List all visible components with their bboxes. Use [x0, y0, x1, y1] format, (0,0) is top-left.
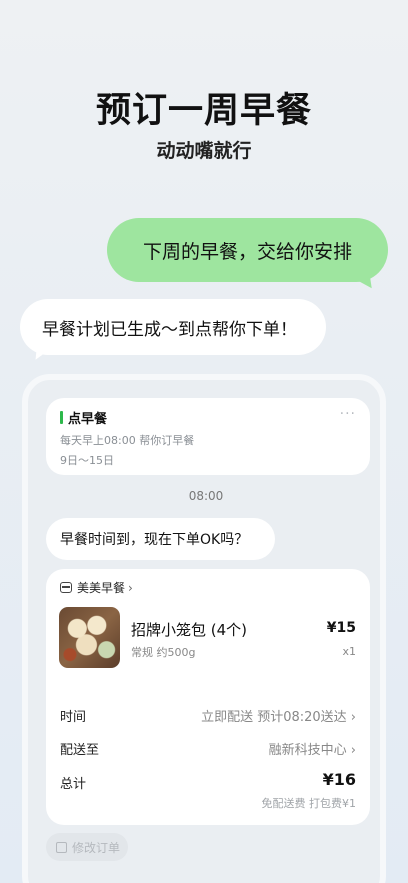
accent-bar — [60, 411, 63, 424]
item-name: 招牌小笼包 (4个) — [131, 621, 248, 639]
bot-chat-bubble: 早餐计划已生成～到点帮你下单！ — [20, 299, 326, 355]
plan-date-range: 9日～15日 — [60, 454, 114, 467]
page-subtitle: 动动嘴就行 — [156, 140, 252, 162]
chevron-right-icon: › — [128, 580, 133, 595]
edit-order-button[interactable]: 修改订单 — [46, 833, 128, 861]
chat-timestamp: 08:00 — [188, 489, 224, 503]
item-price: ¥15 — [326, 620, 356, 636]
food-image — [59, 607, 120, 668]
item-quantity: x1 — [342, 645, 356, 658]
fee-note: 免配送费 打包费¥1 — [261, 797, 357, 810]
edit-icon — [56, 841, 67, 853]
address-label: 配送至 — [60, 743, 100, 758]
breakfast-plan-card[interactable]: 点早餐 ··· 每天早上08:00 帮你订早餐 9日～15日 — [46, 398, 370, 475]
shop-link[interactable]: 美美早餐 › — [60, 579, 133, 596]
reminder-bubble: 早餐时间到，现在下单OK吗？ — [46, 518, 275, 560]
delivery-time-label: 时间 — [60, 710, 87, 725]
plan-schedule: 每天早上08:00 帮你订早餐 — [60, 434, 195, 447]
edit-order-label: 修改订单 — [72, 840, 121, 855]
shop-name: 美美早餐 — [77, 581, 126, 595]
total-value: ¥16 — [322, 770, 356, 789]
plan-title-row: 点早餐 — [60, 408, 356, 427]
address-value[interactable]: 融新科技中心 › — [269, 739, 356, 758]
order-card: 美美早餐 › 招牌小笼包 (4个) 常规 约500g ¥15 x1 时间 立即配… — [46, 569, 370, 825]
page-title: 预订一周早餐 — [95, 91, 312, 131]
plan-title: 点早餐 — [68, 412, 108, 427]
item-spec: 常规 约500g — [131, 646, 196, 659]
user-chat-bubble: 下周的早餐，交给你安排 — [107, 218, 388, 282]
more-icon[interactable]: ··· — [340, 406, 356, 422]
delivery-time-value[interactable]: 立即配送 预计08:20送达 › — [201, 706, 356, 725]
total-label: 总计 — [60, 777, 87, 792]
shop-icon — [60, 582, 72, 593]
